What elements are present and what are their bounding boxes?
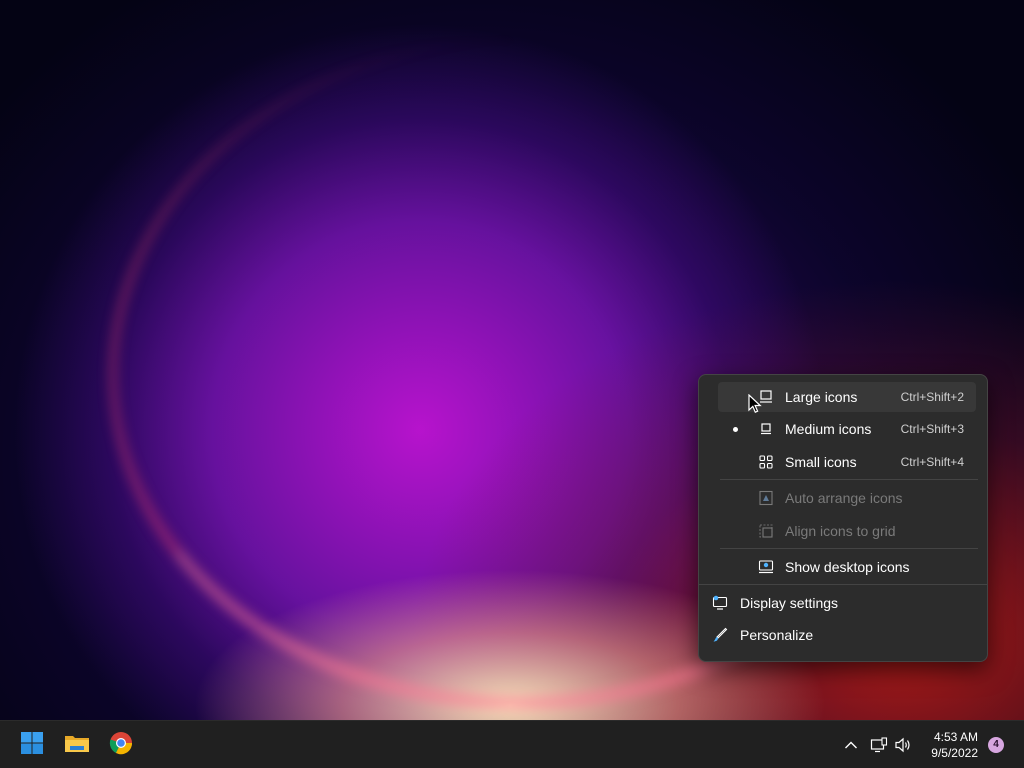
chevron-up-icon[interactable]: [841, 735, 861, 755]
mouse-cursor-icon: [748, 393, 762, 414]
show-desktop-icons-icon: [758, 559, 774, 575]
clock-date: 9/5/2022: [931, 746, 978, 760]
notification-badge[interactable]: 4: [988, 737, 1004, 753]
menu-item-personalize[interactable]: Personalize: [704, 620, 982, 650]
menu-item-label: Large icons: [785, 389, 858, 405]
clock-time: 4:53 AM: [933, 730, 978, 744]
file-explorer-button[interactable]: [57, 725, 97, 765]
small-icons-icon: [758, 454, 774, 470]
chrome-icon: [109, 731, 133, 760]
menu-item-label: Personalize: [740, 627, 814, 643]
align-grid-icon: [758, 523, 774, 539]
auto-arrange-icon: [758, 490, 774, 506]
menu-item-display-settings[interactable]: Display settings: [704, 588, 982, 618]
menu-item-label: Small icons: [785, 454, 857, 470]
menu-item-label: Show desktop icons: [785, 559, 910, 575]
menu-divider: [699, 584, 987, 585]
menu-item-label: Display settings: [740, 595, 839, 611]
start-button[interactable]: [12, 725, 52, 765]
medium-icons-icon: [758, 421, 774, 437]
file-explorer-icon: [64, 731, 90, 760]
menu-divider: [720, 479, 978, 480]
shortcut-label: Ctrl+Shift+2: [900, 390, 964, 404]
display-settings-icon: [712, 595, 728, 611]
menu-item-medium-icons[interactable]: Medium icons Ctrl+Shift+3: [718, 414, 976, 444]
menu-divider: [720, 548, 978, 549]
volume-icon[interactable]: [893, 735, 913, 755]
shortcut-label: Ctrl+Shift+4: [900, 455, 964, 469]
chrome-button[interactable]: [101, 725, 141, 765]
selected-bullet-icon: [733, 427, 738, 432]
taskbar-clock[interactable]: 4:53 AM 9/5/2022: [918, 729, 978, 761]
menu-item-auto-arrange: Auto arrange icons: [718, 483, 976, 513]
network-icon[interactable]: [869, 735, 889, 755]
windows-start-icon: [20, 731, 44, 760]
personalize-brush-icon: [712, 627, 728, 643]
shortcut-label: Ctrl+Shift+3: [900, 422, 964, 436]
menu-item-label: Auto arrange icons: [785, 490, 903, 506]
menu-item-align-to-grid: Align icons to grid: [718, 516, 976, 546]
taskbar: 4:53 AM 9/5/2022 4: [0, 720, 1024, 768]
menu-item-small-icons[interactable]: Small icons Ctrl+Shift+4: [718, 447, 976, 477]
menu-item-label: Align icons to grid: [785, 523, 896, 539]
menu-item-label: Medium icons: [785, 421, 872, 437]
menu-item-show-desktop-icons[interactable]: Show desktop icons: [718, 552, 976, 582]
